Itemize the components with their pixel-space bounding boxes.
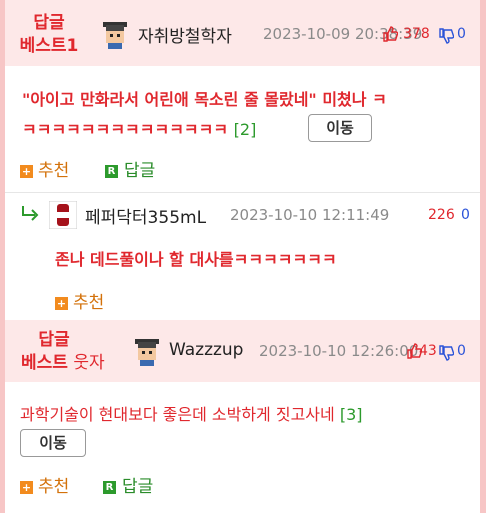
downvote-count: 0	[457, 26, 466, 42]
recommend-label: 추천	[38, 161, 70, 181]
reply-r-icon: R	[105, 164, 118, 178]
reply-arrow-icon	[22, 206, 39, 221]
recommend-button[interactable]: + 추천	[20, 472, 69, 497]
upvote-count: 378	[403, 26, 430, 42]
best-badge: 답글 베스트 웃자	[19, 329, 119, 375]
upvote-count: 43	[419, 343, 437, 359]
reply-count[interactable]: [3]	[340, 405, 363, 424]
badge-line: 베스트1	[19, 36, 79, 56]
nickname[interactable]: 자취방철학자	[138, 22, 232, 47]
recommend-button[interactable]: + 추천	[55, 288, 104, 313]
badge-line: 답글	[33, 13, 65, 33]
move-button[interactable]: 이동	[20, 429, 86, 457]
comment-date: 2023-10-09 20:38:39	[263, 25, 423, 43]
plus-icon: +	[55, 296, 68, 310]
reply-button[interactable]: R 답글	[105, 156, 155, 181]
badge-category: 웃자	[67, 353, 105, 373]
comment-date: 2023-10-10 12:11:49	[230, 206, 390, 224]
reply-label: 답글	[124, 161, 156, 181]
upvote-count: 226	[428, 207, 455, 223]
plus-icon: +	[20, 164, 33, 178]
recommend-label: 추천	[73, 293, 105, 313]
thumbs-up-icon[interactable]	[382, 26, 398, 42]
downvote-count: 0	[457, 343, 466, 359]
downvote-count: 0	[461, 207, 470, 223]
best-badge: 답글 베스트1	[19, 12, 79, 58]
thumbs-down-icon[interactable]	[438, 345, 454, 361]
move-button[interactable]: 이동	[308, 114, 372, 142]
reply-button[interactable]: R 답글	[103, 472, 153, 497]
badge-line: 베스트	[21, 353, 68, 373]
recommend-label: 추천	[38, 477, 70, 497]
divider	[5, 192, 480, 193]
reply-label: 답글	[122, 477, 154, 497]
reply-r-icon: R	[103, 480, 116, 494]
comment-list: 답글 베스트1 자취방철학자 2023-10-09 20:38:39 378 0…	[5, 0, 480, 513]
reply-count[interactable]: [2]	[234, 120, 257, 139]
nickname[interactable]: 페퍼닥터355mL	[85, 203, 206, 228]
nickname[interactable]: Wazzzup	[169, 340, 243, 360]
badge-line: 답글	[38, 330, 70, 350]
avatar[interactable]	[132, 337, 162, 367]
avatar[interactable]	[49, 201, 77, 229]
comment-text-line: "아이고 만화라서 어린애 목소린 줄 몰랐네" 미쳤나 ㅋ	[22, 90, 387, 109]
comment-text-line: 과학기술이 현대보다 좋은데 소박하게 짓고사네	[20, 405, 335, 424]
comment-date: 2023-10-10 12:26:00	[259, 342, 419, 360]
comment-text: "아이고 만화라서 어린애 목소린 줄 몰랐네" 미쳤나 ㅋ ㅋㅋㅋㅋㅋㅋㅋㅋㅋ…	[22, 85, 472, 145]
thumbs-down-icon[interactable]	[438, 28, 454, 44]
recommend-button[interactable]: + 추천	[20, 156, 69, 181]
comment-text: 과학기술이 현대보다 좋은데 소박하게 짓고사네 [3]	[20, 400, 475, 430]
avatar[interactable]	[100, 20, 130, 50]
plus-icon: +	[20, 480, 33, 494]
comment-text-line: ㅋㅋㅋㅋㅋㅋㅋㅋㅋㅋㅋㅋㅋㅋ	[22, 120, 229, 139]
comment-text: 존나 데드풀이나 할 대사를ㅋㅋㅋㅋㅋㅋㅋ	[55, 250, 337, 269]
